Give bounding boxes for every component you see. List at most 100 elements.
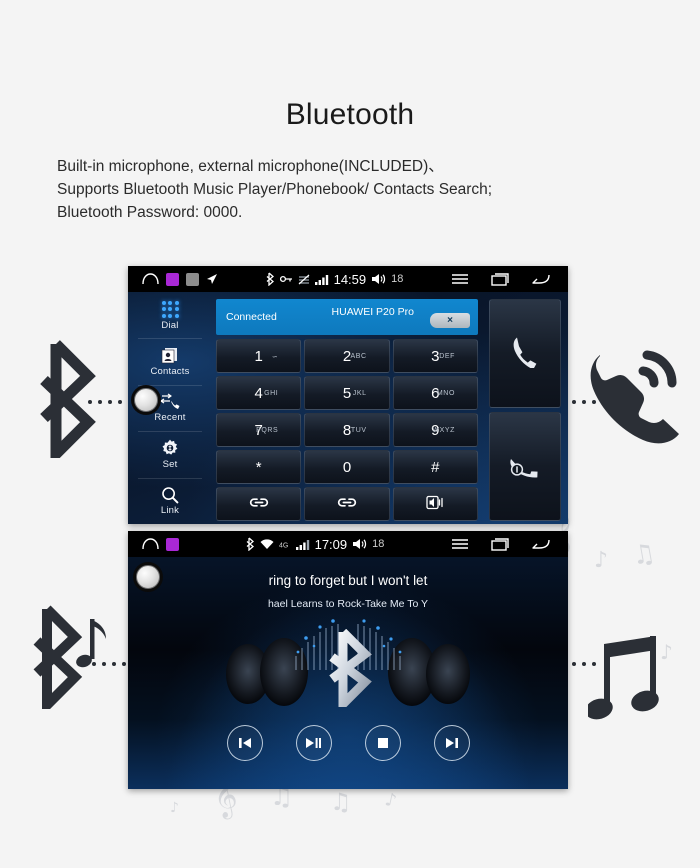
play-pause-icon [306, 738, 321, 748]
sidebar-label-contacts: Contacts [150, 366, 190, 378]
call-end-icon [507, 449, 543, 484]
key-4[interactable]: 4 GHI [216, 376, 302, 410]
now-playing-artist: hael Learns to Rock-Take Me To Y [267, 598, 429, 610]
key-6[interactable]: 6 MNO [392, 376, 478, 410]
key-icon [279, 274, 293, 284]
dialer-screen: Dial Contacts Recent Set Link Connected … [128, 292, 568, 524]
recents-icon[interactable] [491, 537, 509, 551]
skip-next-icon [445, 738, 458, 748]
hardware-knob[interactable] [136, 565, 160, 589]
call-action-column [489, 299, 561, 525]
link-button-1[interactable] [216, 487, 302, 521]
music-note-icon [585, 630, 678, 731]
bluetooth-music-icon [20, 605, 120, 718]
home-icon[interactable] [142, 273, 159, 285]
connected-device-name: HUAWEI P20 Pro [331, 306, 414, 318]
music-status-bar: 4G 17:09 18 [128, 531, 568, 557]
bluetooth-logo-icon [319, 628, 377, 715]
hardware-knob[interactable] [134, 388, 158, 412]
music-player-screen: ring to forget but I won't let hael Lear… [128, 557, 568, 789]
link-icon [249, 496, 269, 512]
menu-icon[interactable] [451, 538, 469, 550]
back-icon[interactable] [531, 273, 550, 285]
transfer-audio-icon [426, 495, 444, 513]
key-3[interactable]: 3 DEF [392, 339, 478, 373]
sidebar-item-set[interactable]: Set [128, 431, 212, 477]
phone-ringing-icon [583, 345, 679, 454]
search-icon [161, 485, 179, 504]
dialer-clock: 14:59 [333, 271, 367, 287]
previous-track-button[interactable] [226, 725, 263, 761]
key-9[interactable]: 9 WXYZ [392, 413, 478, 447]
page-title: Bluetooth [285, 98, 415, 131]
signal-icon [314, 274, 329, 285]
speaker-icon [371, 273, 386, 285]
watermark-note-icon: ♪ [170, 800, 179, 816]
now-playing-track: ring to forget but I won't let [268, 573, 428, 588]
sidebar-label-link: Link [160, 505, 180, 517]
end-call-button[interactable] [489, 412, 561, 521]
link-icon [337, 496, 357, 512]
link-button-2[interactable] [304, 487, 390, 521]
description-line-2: Supports Bluetooth Music Player/Phoneboo… [57, 181, 493, 198]
stop-button[interactable] [364, 725, 401, 761]
contacts-icon [161, 346, 179, 365]
bluetooth-feature-page: Bluetooth Built-in microphone, external … [0, 0, 700, 868]
bluetooth-icon [266, 272, 275, 286]
play-pause-button[interactable] [295, 725, 332, 761]
watermark-beamed-note-icon: ♫ [629, 538, 658, 572]
4g-icon: 4G [279, 540, 291, 549]
transfer-audio-button[interactable] [392, 487, 478, 521]
recents-icon[interactable] [491, 272, 509, 286]
sidebar-label-set: Set [162, 458, 178, 470]
page-description: Built-in microphone, external microphone… [57, 155, 657, 224]
sidebar-label-dial: Dial [161, 319, 179, 331]
no-sim-icon [298, 274, 310, 285]
music-volume-level: 18 [372, 538, 385, 550]
music-head-unit: 4G 17:09 18 ring to forget but I won't l… [128, 531, 568, 789]
dialer-status-bar: 14:59 18 [128, 266, 568, 292]
sidebar-item-dial[interactable]: Dial [128, 292, 212, 338]
next-track-button[interactable] [433, 725, 470, 761]
speaker-icon [352, 538, 367, 550]
wifi-icon [260, 538, 274, 550]
keypad-dots-icon [161, 300, 179, 319]
recent-calls-icon [160, 392, 180, 411]
home-icon[interactable] [142, 538, 159, 550]
sidebar-item-contacts[interactable]: Contacts [128, 338, 212, 384]
watermark-beamed-note-icon: ♫ [330, 788, 352, 816]
sidebar-item-link[interactable]: Link [128, 477, 212, 524]
description-line-3: Bluetooth Password: 0000. [57, 204, 243, 221]
connection-status-label: Connected [226, 311, 277, 323]
gear-icon [161, 439, 179, 458]
back-icon[interactable] [531, 538, 550, 550]
watermark-note-icon: ♪ [382, 789, 399, 812]
key-7[interactable]: 7 PQRS [216, 413, 302, 447]
key-0[interactable]: 0 [304, 450, 390, 484]
stop-icon [377, 738, 388, 748]
answer-call-button[interactable] [489, 299, 561, 408]
connection-status-bar: Connected HUAWEI P20 Pro × [216, 299, 478, 335]
signal-icon [295, 539, 310, 550]
key-8[interactable]: 8 TUV [304, 413, 390, 447]
navigation-icon [206, 273, 218, 285]
app-icon-grey[interactable] [186, 272, 199, 286]
key-2[interactable]: 2 ABC [304, 339, 390, 373]
sidebar-label-recent: Recent [154, 412, 186, 424]
skip-previous-icon [238, 738, 251, 748]
key-star[interactable]: * [216, 450, 302, 484]
key-1[interactable]: 1 ∽ [216, 339, 302, 373]
app-icon-purple[interactable] [166, 537, 179, 551]
playback-controls [128, 725, 568, 761]
app-icon-purple[interactable] [166, 272, 179, 286]
key-5[interactable]: 5 JKL [304, 376, 390, 410]
dialer-volume-level: 18 [391, 273, 404, 285]
bluetooth-icon [246, 537, 255, 551]
disconnect-button[interactable]: × [430, 313, 470, 328]
key-hash[interactable]: # [392, 450, 478, 484]
music-clock: 17:09 [314, 536, 348, 552]
dialer-head-unit: 14:59 18 Dial Contacts Recent Set Link C… [128, 266, 568, 524]
menu-icon[interactable] [451, 273, 469, 285]
dial-keypad: 1 ∽ 2 ABC 3 DEF 4 GHI 5 JKL 6 MNO 7 PQRS 8 TUV 9… [216, 339, 478, 521]
description-line-1: Built-in microphone, external microphone… [57, 158, 444, 175]
